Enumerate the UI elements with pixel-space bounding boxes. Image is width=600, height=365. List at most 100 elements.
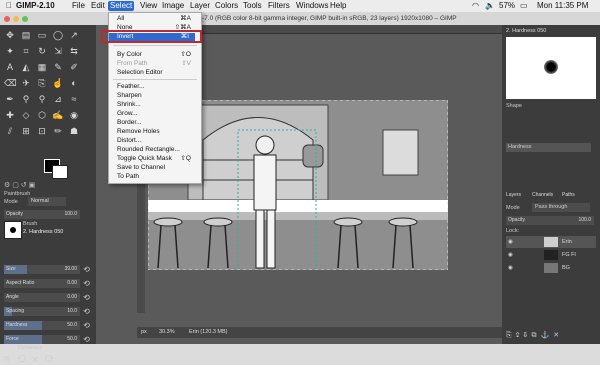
smudge-tool-icon[interactable]: ☝ <box>52 77 64 89</box>
select-menu-item-distort[interactable]: Distort... <box>117 137 197 145</box>
wifi-icon[interactable]: ◠ <box>470 1 481 11</box>
crop-tool-icon[interactable]: ⌗ <box>20 45 32 57</box>
scale-tool-icon[interactable]: ⇲ <box>52 45 64 57</box>
layer-mode-select[interactable]: Pass through <box>532 203 590 212</box>
select-menu-item-sharpen[interactable]: Sharpen <box>117 92 197 100</box>
clone-tool-icon[interactable]: ⎘ <box>36 77 48 89</box>
warp-tool-icon[interactable]: ≈ <box>68 93 80 105</box>
bucket-fill-icon[interactable]: ◭ <box>20 61 32 73</box>
select-menu-item-to-path[interactable]: To Path <box>117 173 197 181</box>
battery-icon[interactable]: ▭ <box>518 1 530 11</box>
menu-layer[interactable]: Layer <box>188 1 212 11</box>
select-menu-item-from-path[interactable]: From Path ⇧V <box>117 60 197 68</box>
select-menu-item-all[interactable]: All ⌘A <box>117 15 197 23</box>
tab-layers[interactable]: Layers <box>506 192 521 198</box>
menu-file[interactable]: File <box>70 1 87 11</box>
zoom-tool-icon[interactable]: ⚲ <box>36 93 48 105</box>
menu-app-name[interactable]: GIMP-2.10 <box>14 1 57 11</box>
visibility-eye-icon[interactable]: ◉ <box>508 262 513 274</box>
rect-select-icon[interactable]: ▭ <box>36 29 48 41</box>
handle-transform-icon[interactable]: ⊞ <box>20 125 32 137</box>
reset-icon[interactable]: ⟲ <box>82 279 91 288</box>
select-menu-item-toggle-quick-mask[interactable]: Toggle Quick Mask ⇧Q <box>117 155 197 163</box>
background-color-swatch[interactable] <box>52 165 68 179</box>
menu-view[interactable]: View <box>138 1 159 11</box>
menu-colors[interactable]: Colors <box>213 1 240 11</box>
unified-transform-icon[interactable]: ⊡ <box>36 125 48 137</box>
tab-paths[interactable]: Paths <box>562 192 575 198</box>
option-slider-hardness[interactable]: Hardness 50.0 <box>4 321 80 330</box>
option-slider-spacing[interactable]: Spacing 10.0 <box>4 307 80 316</box>
mypaint-brush-icon[interactable]: ✏ <box>52 125 64 137</box>
select-menu-item-border[interactable]: Border... <box>117 119 197 127</box>
eraser-tool-icon[interactable]: ⌫ <box>4 77 17 89</box>
select-menu-item-rounded-rectangle[interactable]: Rounded Rectangle... <box>117 146 197 154</box>
select-menu-item-by-color[interactable]: By Color ⇧O <box>117 51 197 59</box>
perspective-tool-icon[interactable]: ◇ <box>20 109 32 121</box>
option-slider-size[interactable]: Size 39.00 <box>4 265 80 274</box>
option-slider-angle[interactable]: Angle 0.00 <box>4 293 80 302</box>
reset-icon[interactable]: ⟲ <box>82 321 91 330</box>
option-slider-force[interactable]: Force 50.0 <box>4 335 80 344</box>
menu-tools[interactable]: Tools <box>241 1 264 11</box>
fuzzy-select-icon[interactable]: ✦ <box>4 45 16 57</box>
visibility-eye-icon[interactable]: ◉ <box>508 236 513 248</box>
dodge-burn-icon[interactable]: ◐ <box>68 77 80 89</box>
tab-channels[interactable]: Channels <box>532 192 553 198</box>
select-menu-item-remove-holes[interactable]: Remove Holes <box>117 128 197 136</box>
visibility-eye-icon[interactable]: ◉ <box>508 249 513 261</box>
select-menu-item-shrink[interactable]: Shrink... <box>117 101 197 109</box>
rotate-tool-icon[interactable]: ↻ <box>36 45 48 57</box>
gradient-tool-icon[interactable]: ▦ <box>36 61 48 73</box>
ellipse-select-icon[interactable]: ◯ <box>52 29 64 41</box>
mode-select[interactable]: Normal <box>28 197 66 206</box>
layer-opacity-slider[interactable]: Opacity 100.0 <box>506 216 594 225</box>
reset-icon[interactable]: ⟲ <box>82 293 91 302</box>
text-tool-icon[interactable]: A <box>4 61 16 73</box>
paintbrush-tool-icon[interactable]: ✐ <box>68 61 80 73</box>
brush-preview[interactable] <box>4 221 22 239</box>
cage-tool-icon[interactable]: ⬡ <box>36 109 48 121</box>
option-slider-aspect-ratio[interactable]: Aspect Ratio 0.00 <box>4 279 80 288</box>
heal-tool-icon[interactable]: ✚ <box>4 109 16 121</box>
reset-icon[interactable]: ⟲ <box>82 307 91 316</box>
close-button[interactable] <box>4 16 10 22</box>
menu-help[interactable]: Help <box>328 1 348 11</box>
reset-icon[interactable]: ⟲ <box>82 335 91 344</box>
select-menu-item-feather[interactable]: Feather... <box>117 83 197 91</box>
menu-edit[interactable]: Edit <box>89 1 107 11</box>
color-picker-icon[interactable]: ⚲ <box>20 93 32 105</box>
flip-tool-icon[interactable]: ⇆ <box>68 45 80 57</box>
volume-icon[interactable]: 🔈 <box>483 1 497 11</box>
measure-tool-icon[interactable]: ⊿ <box>52 93 64 105</box>
ink-tool-icon[interactable]: ✍ <box>52 109 64 121</box>
select-menu-item-save-to-channel[interactable]: Save to Channel <box>117 164 197 172</box>
layer-row-fg[interactable]: ◉ FG Fl <box>506 249 596 261</box>
apple-icon[interactable]:  <box>4 1 14 11</box>
hardness-slider[interactable]: Hardness <box>506 143 591 152</box>
battery-label[interactable]: 57% <box>497 1 517 11</box>
airbrush-tool-icon[interactable]: ✈ <box>20 77 32 89</box>
reset-icon[interactable]: ⟲ <box>82 265 91 274</box>
menu-windows[interactable]: Windows <box>294 1 330 11</box>
align-tool-icon[interactable]: ▤ <box>20 29 32 41</box>
shear-tool-icon[interactable]: ⫽ <box>4 125 16 137</box>
select-menu-item-grow[interactable]: Grow... <box>117 110 197 118</box>
free-select-icon[interactable]: ↗ <box>68 29 80 41</box>
foreground-select-icon[interactable]: ☗ <box>68 125 80 137</box>
menu-image[interactable]: Image <box>160 1 186 11</box>
select-menu-item-selection-editor[interactable]: Selection Editor <box>117 69 197 77</box>
zoom-button[interactable] <box>22 16 28 22</box>
layer-row-bg[interactable]: ◉ BG <box>506 262 596 274</box>
menu-filters[interactable]: Filters <box>266 1 292 11</box>
minimize-button[interactable] <box>13 16 19 22</box>
opacity-slider[interactable]: Opacity 100.0 <box>4 210 80 219</box>
menu-select[interactable]: Select <box>108 1 135 11</box>
paths-tool-icon[interactable]: ✒ <box>4 93 16 105</box>
move-tool-icon[interactable]: ✥ <box>4 29 16 41</box>
zoom-select[interactable]: 30.3% <box>159 327 175 338</box>
unit-select[interactable]: px <box>141 327 147 338</box>
pencil-tool-icon[interactable]: ✎ <box>52 61 64 73</box>
clock[interactable]: Mon 11:35 PM <box>535 1 590 11</box>
layer-row-erin[interactable]: ◉ Erin <box>506 236 596 248</box>
